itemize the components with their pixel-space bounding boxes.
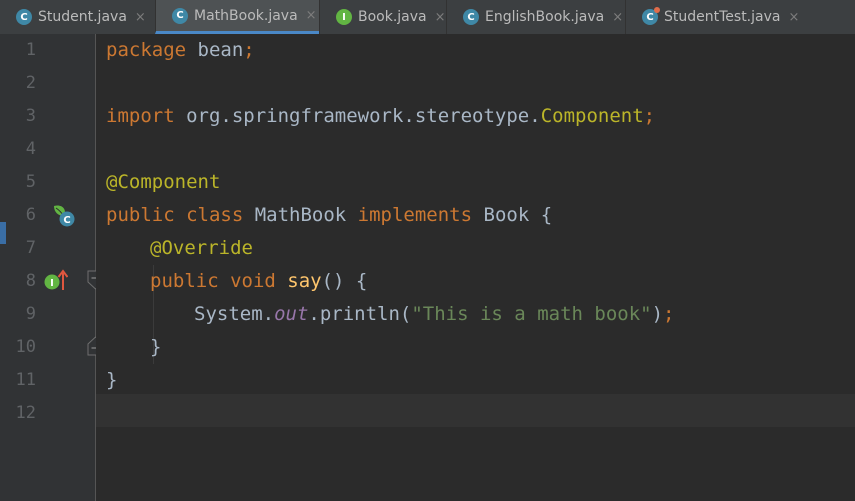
tab-label: StudentTest.java	[664, 9, 781, 25]
code-line-7: @Override	[150, 237, 253, 259]
editor-gutter[interactable]: 1 2 3 4 5 6 7 8 9 10 11 12	[0, 34, 104, 501]
line-number: 4	[25, 139, 36, 159]
editor-tab-bar: C Student.java × C MathBook.java × I Boo…	[0, 0, 855, 35]
tab-student-java[interactable]: C Student.java ×	[0, 0, 155, 34]
scroll-position-marker	[0, 222, 6, 244]
class-icon: C	[172, 7, 188, 24]
line-number: 10	[15, 337, 36, 357]
line-number: 3	[25, 106, 36, 126]
tab-label: Book.java	[358, 9, 427, 25]
run-badge-icon	[654, 7, 660, 13]
line-number: 1	[25, 40, 36, 60]
tab-mathbook-java[interactable]: C MathBook.java ×	[155, 0, 319, 34]
close-icon[interactable]: ×	[612, 10, 623, 25]
class-icon: C	[463, 9, 479, 25]
code-line-3: import org.springframework.stereotype.Co…	[106, 105, 656, 127]
code-line-11: }	[106, 369, 118, 391]
line-number: 5	[25, 172, 36, 192]
close-icon[interactable]: ×	[306, 8, 317, 23]
tab-label: EnglishBook.java	[485, 9, 605, 25]
close-icon[interactable]: ×	[435, 10, 446, 25]
line-number: 12	[15, 403, 36, 423]
line-number: 8	[25, 271, 36, 291]
tab-englishbook-java[interactable]: C EnglishBook.java ×	[446, 0, 625, 34]
code-line-1: package bean;	[106, 39, 255, 61]
code-line-8: public void say() {	[150, 270, 368, 292]
line-number: 11	[15, 370, 36, 390]
code-editor[interactable]: package bean; import org.springframework…	[96, 34, 855, 501]
tab-label: Student.java	[38, 9, 127, 25]
line-number: 9	[25, 304, 36, 324]
class-icon: C	[16, 9, 32, 25]
code-line-6: public class MathBook implements Book {	[106, 204, 553, 226]
current-line-highlight	[96, 394, 855, 427]
implements-method-icon[interactable]: I	[44, 269, 68, 291]
code-line-10: }	[150, 336, 162, 358]
code-line-5: @Component	[106, 171, 221, 193]
runnable-class-icon: C	[642, 7, 660, 25]
line-number: 2	[25, 73, 36, 93]
icon-letter: C	[646, 11, 654, 23]
tab-label: MathBook.java	[194, 7, 298, 24]
close-icon[interactable]: ×	[788, 10, 799, 25]
svg-text:I: I	[50, 278, 54, 289]
code-line-9: System.out.println("This is a math book"…	[194, 303, 675, 325]
tab-studenttest-java[interactable]: C StudentTest.java ×	[625, 0, 805, 34]
svg-text:C: C	[63, 215, 70, 226]
spring-bean-icon[interactable]: C	[52, 203, 76, 227]
close-icon[interactable]: ×	[135, 10, 146, 25]
tab-book-java[interactable]: I Book.java ×	[319, 0, 446, 34]
interface-icon: I	[336, 9, 352, 25]
